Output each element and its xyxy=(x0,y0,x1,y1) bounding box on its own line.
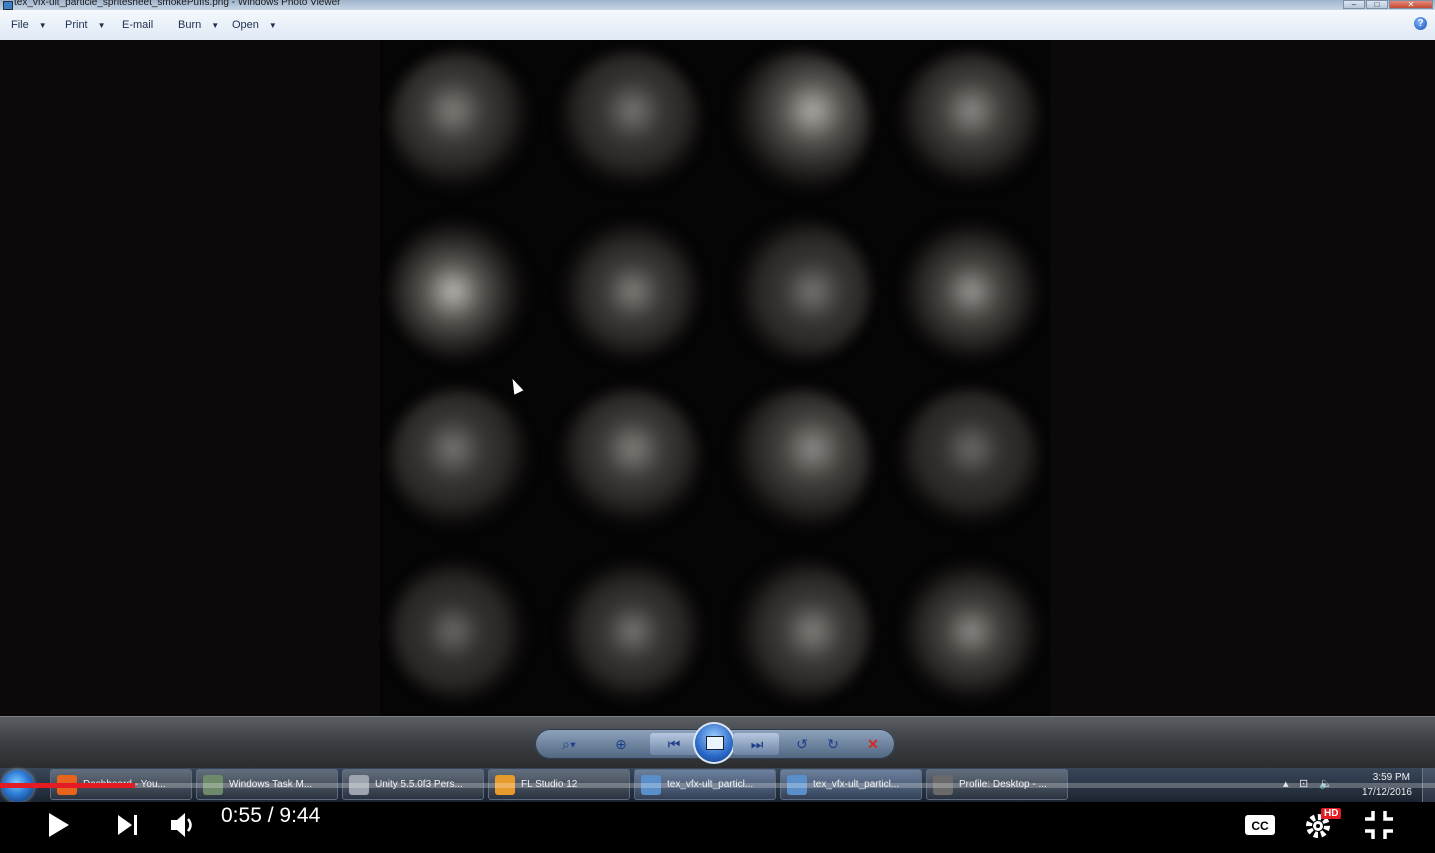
video-time-display: 0:55 / 9:44 xyxy=(221,804,320,828)
smoke-puff-sprite xyxy=(900,560,1040,700)
next-button[interactable]: ⏭ xyxy=(733,733,779,755)
smoke-puff-sprite xyxy=(390,220,530,360)
captions-icon[interactable]: CC xyxy=(1244,802,1276,848)
window-buttons: – □ ✕ xyxy=(1343,0,1433,9)
video-duration: 9:44 xyxy=(279,804,321,827)
menu-burn[interactable]: Burn ▼ xyxy=(178,19,219,31)
video-time-separator: / xyxy=(261,804,280,827)
viewer-control-bar: ⌕▾ ⊕ ⏮ ⏭ ↺ ↻ ✕ xyxy=(0,716,1435,769)
menu-email[interactable]: E-mail xyxy=(122,19,153,31)
menu-file[interactable]: File ▼ xyxy=(11,19,47,31)
smoke-puff-sprite xyxy=(390,560,530,700)
delete-icon[interactable]: ✕ xyxy=(863,735,883,753)
menu-print[interactable]: Print ▼ xyxy=(65,19,106,31)
window-title: tex_vfx-ult_particle_spritesheet_smokePu… xyxy=(14,0,341,8)
svg-text:CC: CC xyxy=(1251,819,1269,833)
photo-viewer-app-icon xyxy=(3,1,13,10)
smoke-puff-sprite xyxy=(730,52,870,192)
zoom-icon[interactable]: ⌕▾ xyxy=(559,735,579,753)
menu-print-label: Print xyxy=(65,19,88,31)
maximize-icon[interactable]: □ xyxy=(1366,0,1388,9)
smoke-puff-spritesheet-image xyxy=(380,40,1050,716)
slideshow-icon[interactable] xyxy=(695,724,733,762)
smoke-puff-sprite xyxy=(730,220,870,360)
menu-email-label: E-mail xyxy=(122,19,154,31)
minimize-icon[interactable]: – xyxy=(1343,0,1365,9)
next-icon: ⏭ xyxy=(750,736,764,752)
exit-fullscreen-icon[interactable] xyxy=(1363,802,1395,848)
video-progress-played xyxy=(0,783,135,788)
smoke-puff-sprite xyxy=(900,52,1040,192)
previous-icon: ⏮ xyxy=(667,736,681,752)
smoke-puff-sprite xyxy=(730,560,870,700)
menu-open[interactable]: Open ▼ xyxy=(232,19,277,31)
image-view-area xyxy=(0,40,1435,716)
rotate-counterclockwise-icon[interactable]: ↺ xyxy=(792,735,812,753)
actual-size-icon[interactable]: ⊕ xyxy=(611,735,631,753)
smoke-puff-sprite xyxy=(560,560,700,700)
menu-open-label: Open xyxy=(232,19,259,31)
smoke-puff-sprite xyxy=(560,220,700,360)
volume-mute-icon[interactable] xyxy=(168,802,196,848)
video-progress-bar[interactable] xyxy=(0,783,1435,788)
smoke-puff-sprite xyxy=(390,52,530,192)
window-titlebar: tex_vfx-ult_particle_spritesheet_smokePu… xyxy=(0,0,1435,10)
smoke-puff-sprite xyxy=(900,390,1040,530)
chevron-down-icon: ▼ xyxy=(268,21,277,30)
viewer-controls: ⌕▾ ⊕ ⏮ ⏭ ↺ ↻ ✕ xyxy=(535,724,895,762)
play-icon[interactable] xyxy=(46,802,72,848)
menu-bar: File ▼ Print ▼ E-mail Burn ▼ Open ▼ ? xyxy=(0,10,1435,41)
smoke-puff-sprite xyxy=(900,220,1040,360)
smoke-puff-sprite xyxy=(560,52,700,192)
smoke-puff-sprite xyxy=(560,390,700,530)
next-video-icon[interactable] xyxy=(115,802,141,848)
chevron-down-icon: ▼ xyxy=(211,21,220,30)
clock-time[interactable]: 3:59 PM xyxy=(1373,772,1410,783)
previous-button[interactable]: ⏮ xyxy=(650,733,700,755)
smoke-puff-sprite xyxy=(730,390,870,530)
chevron-down-icon: ▼ xyxy=(97,21,106,30)
rotate-clockwise-icon[interactable]: ↻ xyxy=(823,735,843,753)
chevron-down-icon: ▼ xyxy=(38,21,47,30)
smoke-puff-sprite xyxy=(390,390,530,530)
video-current-time: 0:55 xyxy=(221,804,262,827)
clock-date[interactable]: 17/12/2016 xyxy=(1362,787,1412,798)
menu-file-label: File xyxy=(11,19,29,31)
help-icon[interactable]: ? xyxy=(1414,17,1427,30)
hd-badge: HD xyxy=(1321,808,1342,819)
menu-burn-label: Burn xyxy=(178,19,202,31)
settings-button[interactable]: HD xyxy=(1303,802,1343,848)
video-controls-bar: 0:55 / 9:44 CC HD xyxy=(0,802,1435,848)
close-icon[interactable]: ✕ xyxy=(1389,0,1433,9)
